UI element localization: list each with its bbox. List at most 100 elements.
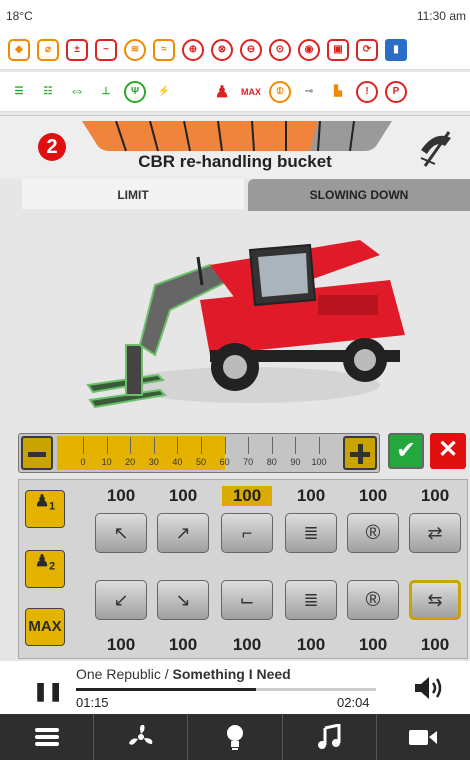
fork-tilt-down-button[interactable]: ⌙ (221, 580, 273, 620)
boom-extend-button[interactable]: ↗ (157, 513, 209, 553)
outrigger-icon: ⊥ (101, 86, 111, 97)
nav-menu[interactable] (0, 714, 95, 760)
operator-1-button[interactable]: ♟1 (25, 490, 65, 528)
brake-icon: ◉ (298, 38, 320, 61)
nav-music[interactable] (283, 714, 377, 760)
volume-icon[interactable] (412, 673, 446, 703)
slider-tick-line (224, 437, 226, 454)
slider-tick-label: 90 (290, 457, 301, 467)
rotation-left-button[interactable]: ® (347, 513, 399, 553)
parking-brake-icon: ⦶ (269, 80, 291, 103)
operator-1-label: 1 (49, 500, 56, 513)
turn-signal-icon: ⇔ (69, 82, 85, 100)
bottom-limit-value: 100 (296, 635, 326, 654)
boom-icon: ⚡ (157, 86, 171, 97)
top-limit-value: 100 (222, 486, 272, 506)
frame-level-right-button[interactable]: ⇄ (409, 513, 461, 553)
top-limit-value: 100 (168, 486, 198, 505)
bottom-limit-value: 100 (358, 635, 388, 654)
slider-tick-line (248, 437, 250, 454)
bottom-limit-value: 100 (106, 635, 136, 654)
slider-tick-label: 100 (311, 457, 327, 467)
clock: 11:30 am (416, 9, 466, 23)
bottom-limit-value: 100 (232, 635, 262, 654)
nav-lights[interactable] (188, 714, 283, 760)
limit-slider[interactable]: 0 10 20 30 40 50 60 70 80 90 100 (18, 433, 380, 473)
aux-hydraulic-down-icon: ≣ (303, 589, 319, 610)
aux-hydraulic-up-button[interactable]: ≣ (285, 513, 337, 553)
increase-button[interactable] (343, 436, 377, 470)
boom-extend-icon: ↗ (175, 522, 191, 543)
track-progress-fill (76, 688, 256, 691)
nav-camera[interactable] (377, 714, 470, 760)
media-player: ❚❚ One Republic / Something I Need 01:15… (0, 661, 470, 714)
boom-down-icon: ↙ (113, 589, 129, 610)
slider-tick-label: 70 (243, 457, 254, 467)
ack-icon: ⊙ (269, 38, 291, 61)
rotation-left-icon: ® (365, 521, 381, 544)
boom-retract-button[interactable]: ↘ (157, 580, 209, 620)
temperature: 18°C (6, 9, 33, 23)
fork-tilt-down-icon: ⌙ (239, 589, 255, 610)
transmission-icon: ⊕ (182, 38, 204, 61)
frame-level-left-button[interactable]: ⇆ (409, 580, 461, 620)
tab-slowing-down[interactable]: SLOWING DOWN (248, 179, 470, 211)
frame-level-right-icon: ⇄ (427, 522, 443, 543)
slider-tick-line (319, 437, 320, 454)
fork-tilt-up-button[interactable]: ⌐ (221, 513, 273, 553)
slider-tick-label: 50 (195, 457, 207, 467)
max-load-icon: MAX (241, 86, 261, 97)
rotation-right-icon: ® (365, 588, 381, 611)
slider-tick-line (130, 437, 132, 454)
max-button[interactable]: MAX (25, 608, 65, 646)
low-beam-icon: ☰ (14, 86, 24, 97)
filter-icon: ⊗ (211, 38, 233, 61)
slider-tick-line (83, 437, 84, 454)
nav-ventilation[interactable] (94, 714, 189, 760)
top-limit-value: 100 (358, 486, 388, 505)
bottom-limit-value: 100 (420, 635, 450, 654)
status-bar: 18°C 11:30 am (0, 0, 470, 30)
tool-segment-bar (82, 121, 392, 152)
warning-icons-row-2: ☰ ☷ ⇔ ⊥ Ψ ⚡ ♟ MAX ⦶ ⊸ ▙ ! P (0, 72, 470, 112)
elapsed-time: 01:15 (76, 695, 109, 710)
decrease-button[interactable] (21, 436, 53, 470)
boom-down-button[interactable]: ↙ (95, 580, 147, 620)
rotation-right-button[interactable]: ® (347, 580, 399, 620)
bottom-nav (0, 714, 470, 760)
radio-icon: Ψ (124, 80, 146, 103)
aux-hydraulic-down-button[interactable]: ≣ (285, 580, 337, 620)
operator-2-button[interactable]: ♟2 (25, 550, 65, 588)
park-icon: P (385, 80, 407, 103)
boom-retract-icon: ↘ (175, 589, 191, 610)
seat-icon: ▣ (327, 38, 349, 61)
slider-tick-label: 10 (101, 457, 112, 467)
frame-level-left-icon: ⇆ (427, 589, 443, 610)
slider-tick-line (201, 437, 202, 454)
slider-tick-label: 20 (125, 457, 136, 467)
slider-tick-label: 30 (148, 457, 159, 467)
tab-limit[interactable]: LIMIT (22, 179, 244, 211)
fuel-level-icon: ≈ (153, 38, 175, 61)
fuel-icon: ▙ (334, 86, 342, 97)
slider-tick-label: 80 (266, 457, 277, 467)
cancel-button[interactable]: ✕ (430, 433, 466, 469)
warning-icons-row-1: ◆ ⌀ ± ~ ≋ ≈ ⊕ ⊗ ⊖ ⊙ ◉ ▣ ⟳ ▮ (0, 30, 470, 70)
hydraulic-icon: ⊖ (240, 38, 262, 61)
track-duration: 02:04 (337, 695, 370, 710)
battery-icon: ± (66, 38, 88, 61)
slider-tick-line (153, 437, 155, 454)
slider-tick-label: 0 (80, 457, 86, 467)
boom-up-button[interactable]: ↖ (95, 513, 147, 553)
confirm-button[interactable]: ✔ (388, 433, 424, 469)
oil-pressure-icon: ~ (95, 38, 117, 61)
coolant-temp-icon: ⌀ (37, 38, 59, 61)
pause-button[interactable]: ❚❚ (33, 681, 63, 702)
artist: One Republic / (76, 666, 173, 682)
track-progress[interactable] (76, 688, 376, 691)
function-panel: ♟1 ♟2 MAX 100 100 100 100 100 100 100 100 100 10… (18, 479, 468, 659)
slider-tick-label: 40 (172, 457, 183, 467)
slider-tick-line (106, 437, 108, 454)
menu-icon (34, 728, 59, 746)
boom-up-icon: ↖ (113, 522, 129, 543)
